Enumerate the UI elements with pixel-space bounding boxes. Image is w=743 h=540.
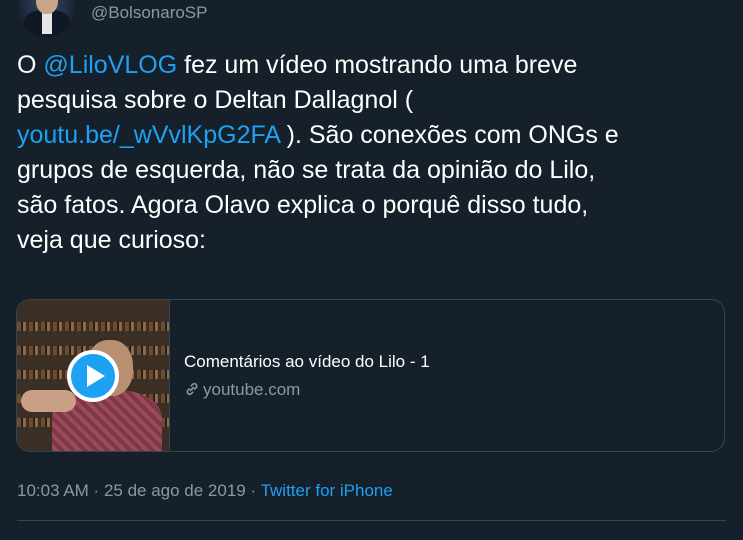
tweet-text-segment: O xyxy=(17,51,44,79)
card-domain: youtube.com xyxy=(184,380,300,402)
avatar[interactable] xyxy=(18,0,75,37)
tweet-text-segment: fez um vídeo mostrando uma breve xyxy=(177,51,578,79)
person-hand xyxy=(21,390,76,412)
card-title: Comentários ao vídeo do Lilo - 1 xyxy=(184,352,430,371)
tweet-line-1: O @LiloVLOG fez um vídeo mostrando uma b… xyxy=(17,48,722,83)
play-icon[interactable] xyxy=(67,350,119,402)
tweet: @BolsonaroSP O @LiloVLOG fez um vídeo mo… xyxy=(0,0,743,540)
divider xyxy=(17,520,726,521)
tweet-line-6: veja que curioso: xyxy=(17,226,207,254)
play-triangle xyxy=(87,365,105,387)
meta-separator: · xyxy=(88,481,104,500)
tweet-line-2: pesquisa sobre o Deltan Dallagnol ( xyxy=(17,86,414,114)
tweet-date[interactable]: 25 de ago de 2019 xyxy=(104,481,246,500)
user-handle[interactable]: @BolsonaroSP xyxy=(91,3,208,23)
tweet-line-3: youtu.be/_wVvlKpG2FA ). São conexões com… xyxy=(17,118,722,153)
link-icon xyxy=(184,381,200,402)
bookshelf xyxy=(17,322,169,331)
mention-link[interactable]: @LiloVLOG xyxy=(43,51,177,79)
tweet-line-5: são fatos. Agora Olavo explica o porquê … xyxy=(17,191,589,219)
tweet-text-segment: ). São conexões com ONGs e xyxy=(279,121,619,149)
tweet-line-4: grupos de esquerda, não se trata da opin… xyxy=(17,156,596,184)
card-domain-text: youtube.com xyxy=(203,380,301,399)
video-thumbnail[interactable] xyxy=(17,300,170,451)
tweet-time[interactable]: 10:03 AM xyxy=(17,481,89,500)
avatar-shirt xyxy=(42,12,52,34)
tweet-source-link[interactable]: Twitter for iPhone xyxy=(261,481,393,500)
meta-separator: · xyxy=(245,481,261,500)
tweet-meta: 10:03 AM · 25 de ago de 2019 · Twitter f… xyxy=(17,481,393,501)
link-preview-card[interactable]: Comentários ao vídeo do Lilo - 1 youtube… xyxy=(16,299,725,452)
tweet-text: O @LiloVLOG fez um vídeo mostrando uma b… xyxy=(17,48,722,258)
url-link[interactable]: youtu.be/_wVvlKpG2FA xyxy=(17,121,280,149)
